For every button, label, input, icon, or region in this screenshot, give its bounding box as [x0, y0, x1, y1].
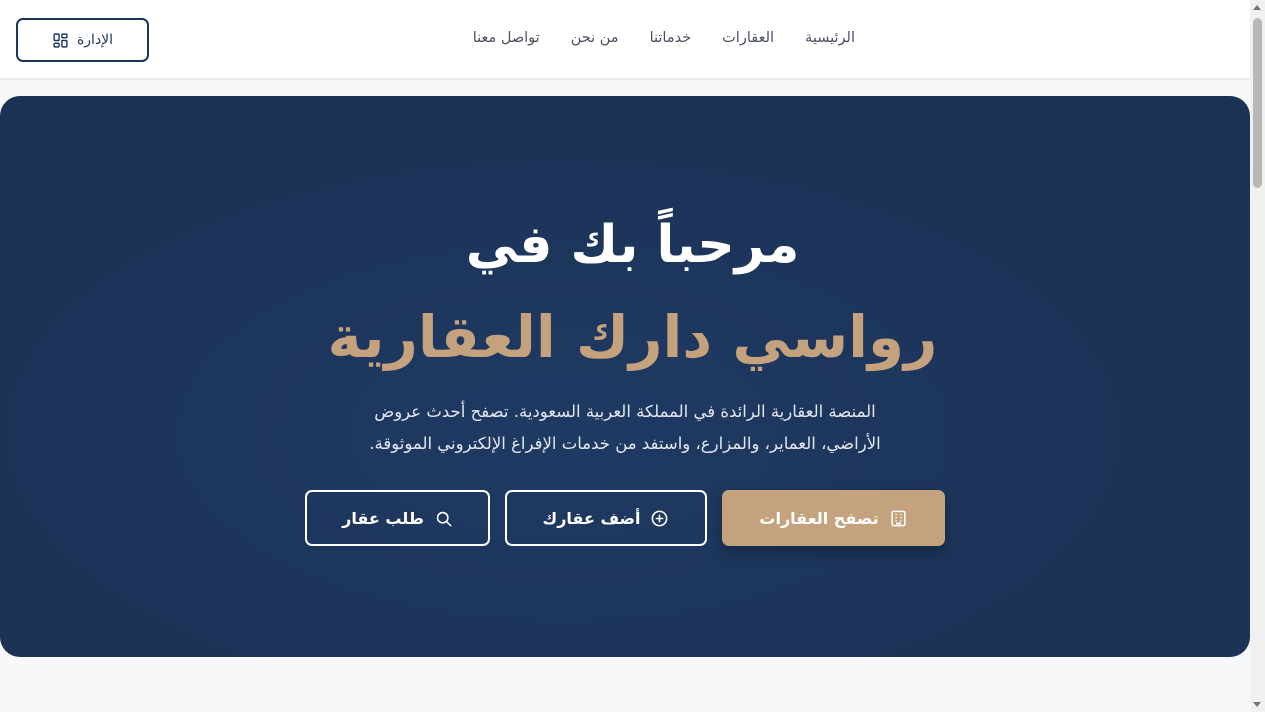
site-header: الإدارة الرئيسية العقارات خدماتنا من نحن… — [0, 0, 1250, 80]
hero-title: مرحباً بك في — [465, 215, 800, 275]
scroll-down-arrow-icon[interactable] — [1253, 702, 1261, 707]
hero-description-line-1: المنصة العقارية الرائدة في المملكة العرب… — [374, 402, 876, 421]
add-property-button[interactable]: أضف عقارك — [505, 490, 707, 546]
dashboard-grid-icon — [53, 32, 68, 48]
scroll-up-arrow-icon[interactable] — [1253, 5, 1261, 10]
vertical-scrollbar[interactable] — [1250, 0, 1265, 712]
search-icon — [436, 511, 452, 526]
main-nav: الرئيسية العقارات خدماتنا من نحن تواصل م… — [473, 30, 855, 46]
nav-item-services[interactable]: خدماتنا — [650, 30, 692, 46]
hero-section — [0, 96, 1250, 657]
building-icon — [890, 510, 906, 526]
request-property-button[interactable]: طلب عقار — [305, 490, 490, 546]
nav-item-home[interactable]: الرئيسية — [805, 30, 855, 46]
request-property-label: طلب عقار — [342, 508, 424, 528]
admin-label: الإدارة — [76, 32, 114, 48]
browse-properties-label: تصفح العقارات — [759, 508, 879, 528]
hero-description: المنصة العقارية الرائدة في المملكة العرب… — [300, 396, 950, 460]
nav-item-properties[interactable]: العقارات — [722, 30, 774, 46]
nav-item-about[interactable]: من نحن — [571, 30, 619, 46]
scrollbar-thumb[interactable] — [1253, 18, 1262, 188]
browse-properties-button[interactable]: تصفح العقارات — [722, 490, 945, 546]
add-property-label: أضف عقارك — [542, 508, 641, 528]
admin-button[interactable]: الإدارة — [16, 18, 149, 62]
plus-circle-icon — [652, 510, 668, 526]
nav-item-contact[interactable]: تواصل معنا — [473, 30, 540, 46]
hero-subtitle: رواسي دارك العقارية — [327, 303, 938, 371]
hero-description-line-2: الأراضي، العماير، والمزارع، واستفد من خد… — [369, 434, 881, 453]
